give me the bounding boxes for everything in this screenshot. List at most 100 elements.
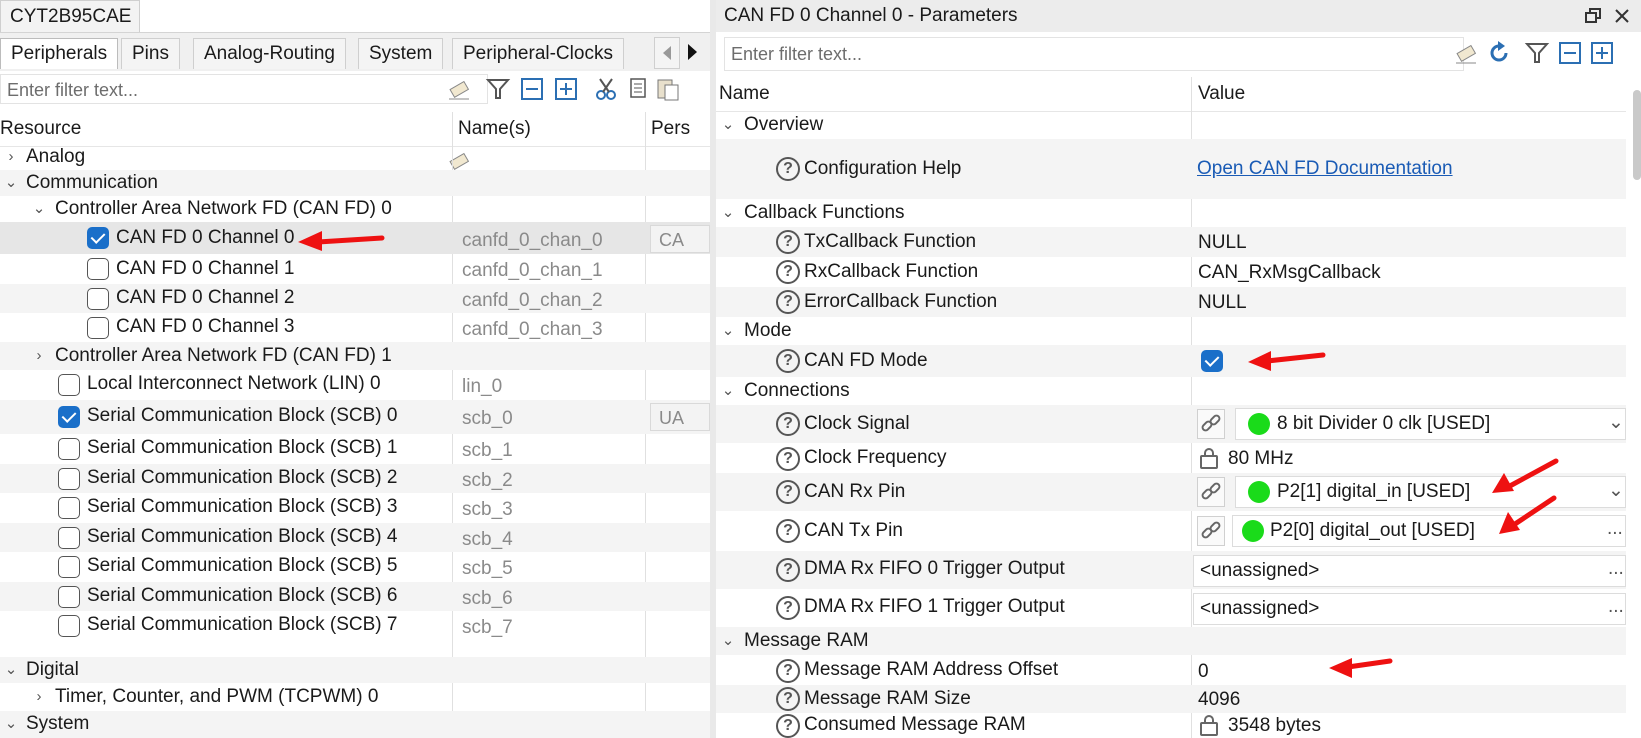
tree-row-canfd0-ch2[interactable]: CAN FD 0 Channel 2 canfd_0_chan_2 <box>0 284 710 313</box>
left-filter-input[interactable]: Enter filter text... <box>0 74 488 104</box>
column-name[interactable]: Name <box>719 83 770 105</box>
personality-field[interactable]: CA <box>650 225 710 253</box>
help-icon[interactable]: ? <box>776 260 800 284</box>
help-icon[interactable]: ? <box>776 412 800 436</box>
tab-scroll-left-button[interactable] <box>654 37 680 69</box>
help-icon[interactable]: ? <box>776 714 800 738</box>
tab-peripheral-clocks[interactable]: Peripheral-Clocks <box>452 38 624 69</box>
error-callback-value[interactable]: NULL <box>1198 292 1247 314</box>
instance-name[interactable]: lin_0 <box>462 376 502 398</box>
instance-name[interactable]: scb_6 <box>462 588 513 610</box>
clock-signal-dropdown[interactable]: 8 bit Divider 0 clk [USED] ⌄ <box>1235 408 1626 440</box>
chevron-down-icon[interactable]: ⌄ <box>2 174 20 192</box>
instance-name[interactable]: canfd_0_chan_3 <box>462 319 603 341</box>
help-icon[interactable]: ? <box>776 157 800 181</box>
refresh-icon[interactable] <box>1486 40 1512 66</box>
cut-icon[interactable] <box>593 76 619 102</box>
tree-row-canfd0[interactable]: ⌄ Controller Area Network FD (CAN FD) 0 <box>0 196 710 222</box>
help-icon[interactable]: ? <box>776 596 800 620</box>
group-callback-functions[interactable]: ⌄ Callback Functions <box>716 199 1626 227</box>
instance-name[interactable]: scb_4 <box>462 529 513 551</box>
chevron-down-icon[interactable]: ⌄ <box>719 632 737 650</box>
tab-pins[interactable]: Pins <box>121 38 180 69</box>
tree-row-digital[interactable]: ⌄ Digital <box>0 657 710 683</box>
tree-row-scb1[interactable]: Serial Communication Block (SCB) 1 scb_1 <box>0 434 710 464</box>
instance-name[interactable]: canfd_0_chan_2 <box>462 290 603 312</box>
chevron-down-icon[interactable]: ⌄ <box>719 204 737 222</box>
tree-row-tcpwm[interactable]: › Timer, Counter, and PWM (TCPWM) 0 <box>0 683 710 711</box>
group-overview[interactable]: ⌄ Overview <box>716 111 1626 139</box>
instance-name[interactable]: scb_5 <box>462 558 513 580</box>
tree-row-system[interactable]: ⌄ System <box>0 711 710 738</box>
tree-row-scb3[interactable]: Serial Communication Block (SCB) 3 scb_3 <box>0 493 710 523</box>
instance-name[interactable]: canfd_0_chan_0 <box>462 230 603 252</box>
help-icon[interactable]: ? <box>776 558 800 582</box>
rx-pin-link-button[interactable] <box>1197 477 1225 507</box>
chevron-right-icon[interactable]: › <box>30 347 48 365</box>
tree-row-lin0[interactable]: Local Interconnect Network (LIN) 0 lin_0 <box>0 370 710 400</box>
help-icon[interactable]: ? <box>776 447 800 471</box>
tree-row-canfd0-ch3[interactable]: CAN FD 0 Channel 3 canfd_0_chan_3 <box>0 313 710 342</box>
enable-checkbox[interactable] <box>58 586 80 608</box>
dma-rx-fifo0-field[interactable]: <unassigned> ... <box>1193 555 1626 587</box>
canfd-mode-checkbox[interactable] <box>1201 350 1223 372</box>
clear-filter-icon[interactable] <box>1453 40 1479 66</box>
enable-checkbox[interactable] <box>58 556 80 578</box>
clock-link-button[interactable] <box>1197 409 1225 439</box>
expand-all-icon[interactable] <box>1589 40 1615 66</box>
group-mode[interactable]: ⌄ Mode <box>716 317 1626 345</box>
vertical-scrollbar[interactable] <box>1633 90 1641 180</box>
chevron-down-icon[interactable]: ⌄ <box>2 661 20 679</box>
tx-pin-link-button[interactable] <box>1197 516 1225 546</box>
enable-checkbox[interactable] <box>58 374 80 396</box>
tree-row-scb4[interactable]: Serial Communication Block (SCB) 4 scb_4 <box>0 523 710 552</box>
chevron-down-icon[interactable]: ⌄ <box>30 200 48 218</box>
tree-row-canfd1[interactable]: › Controller Area Network FD (CAN FD) 1 <box>0 342 710 370</box>
chevron-right-icon[interactable]: › <box>30 688 48 706</box>
dma-rx-fifo0-browse-button[interactable]: ... <box>1608 558 1624 580</box>
help-icon[interactable]: ? <box>776 480 800 504</box>
enable-checkbox[interactable] <box>87 258 109 280</box>
enable-checkbox[interactable] <box>58 468 80 490</box>
filter-icon[interactable] <box>1524 40 1550 66</box>
tab-scroll-right-button[interactable] <box>680 37 704 67</box>
group-connections[interactable]: ⌄ Connections <box>716 377 1626 405</box>
tree-row-scb0[interactable]: Serial Communication Block (SCB) 0 scb_0… <box>0 400 710 434</box>
tree-row-scb2[interactable]: Serial Communication Block (SCB) 2 scb_2 <box>0 464 710 493</box>
help-icon[interactable]: ? <box>776 290 800 314</box>
group-message-ram[interactable]: ⌄ Message RAM <box>716 627 1626 655</box>
paste-icon[interactable] <box>655 76 681 102</box>
documentation-link[interactable]: Open CAN FD Documentation <box>1197 158 1453 180</box>
ram-offset-value[interactable]: 0 <box>1198 661 1209 683</box>
tab-analog-routing[interactable]: Analog-Routing <box>193 38 346 69</box>
parameters-filter-input[interactable]: Enter filter text... <box>724 37 1464 71</box>
tree-row-scb5[interactable]: Serial Communication Block (SCB) 5 scb_5 <box>0 552 710 582</box>
chevron-down-icon[interactable]: ⌄ <box>719 382 737 400</box>
filter-icon[interactable] <box>485 76 511 102</box>
instance-name[interactable]: scb_7 <box>462 617 513 639</box>
tab-peripherals[interactable]: Peripherals <box>0 38 119 69</box>
help-icon[interactable]: ? <box>776 349 800 373</box>
chevron-down-icon[interactable]: ⌄ <box>719 116 737 134</box>
chevron-right-icon[interactable]: › <box>2 148 20 166</box>
help-icon[interactable]: ? <box>776 230 800 254</box>
enable-checkbox[interactable] <box>58 438 80 460</box>
tree-row-communication[interactable]: ⌄ Communication <box>0 170 710 196</box>
tab-system[interactable]: System <box>358 38 444 69</box>
enable-checkbox[interactable] <box>58 497 80 519</box>
enable-checkbox[interactable] <box>87 227 109 249</box>
personality-field[interactable]: UA <box>650 403 710 431</box>
tree-row-scb7[interactable]: Serial Communication Block (SCB) 7 scb_7 <box>0 611 710 641</box>
expand-all-icon[interactable] <box>553 76 579 102</box>
enable-checkbox[interactable] <box>58 527 80 549</box>
enable-checkbox[interactable] <box>87 288 109 310</box>
instance-name[interactable]: scb_2 <box>462 470 513 492</box>
instance-name[interactable]: scb_0 <box>462 408 513 430</box>
help-icon[interactable]: ? <box>776 687 800 711</box>
column-personality[interactable]: Pers <box>651 118 690 140</box>
clear-filter-icon[interactable] <box>446 76 472 102</box>
tree-row-analog[interactable]: › Analog <box>0 144 710 170</box>
rx-pin-dropdown[interactable]: P2[1] digital_in [USED] ⌄ <box>1235 476 1626 508</box>
chevron-down-icon[interactable]: ⌄ <box>719 322 737 340</box>
instance-name[interactable]: canfd_0_chan_1 <box>462 260 603 282</box>
